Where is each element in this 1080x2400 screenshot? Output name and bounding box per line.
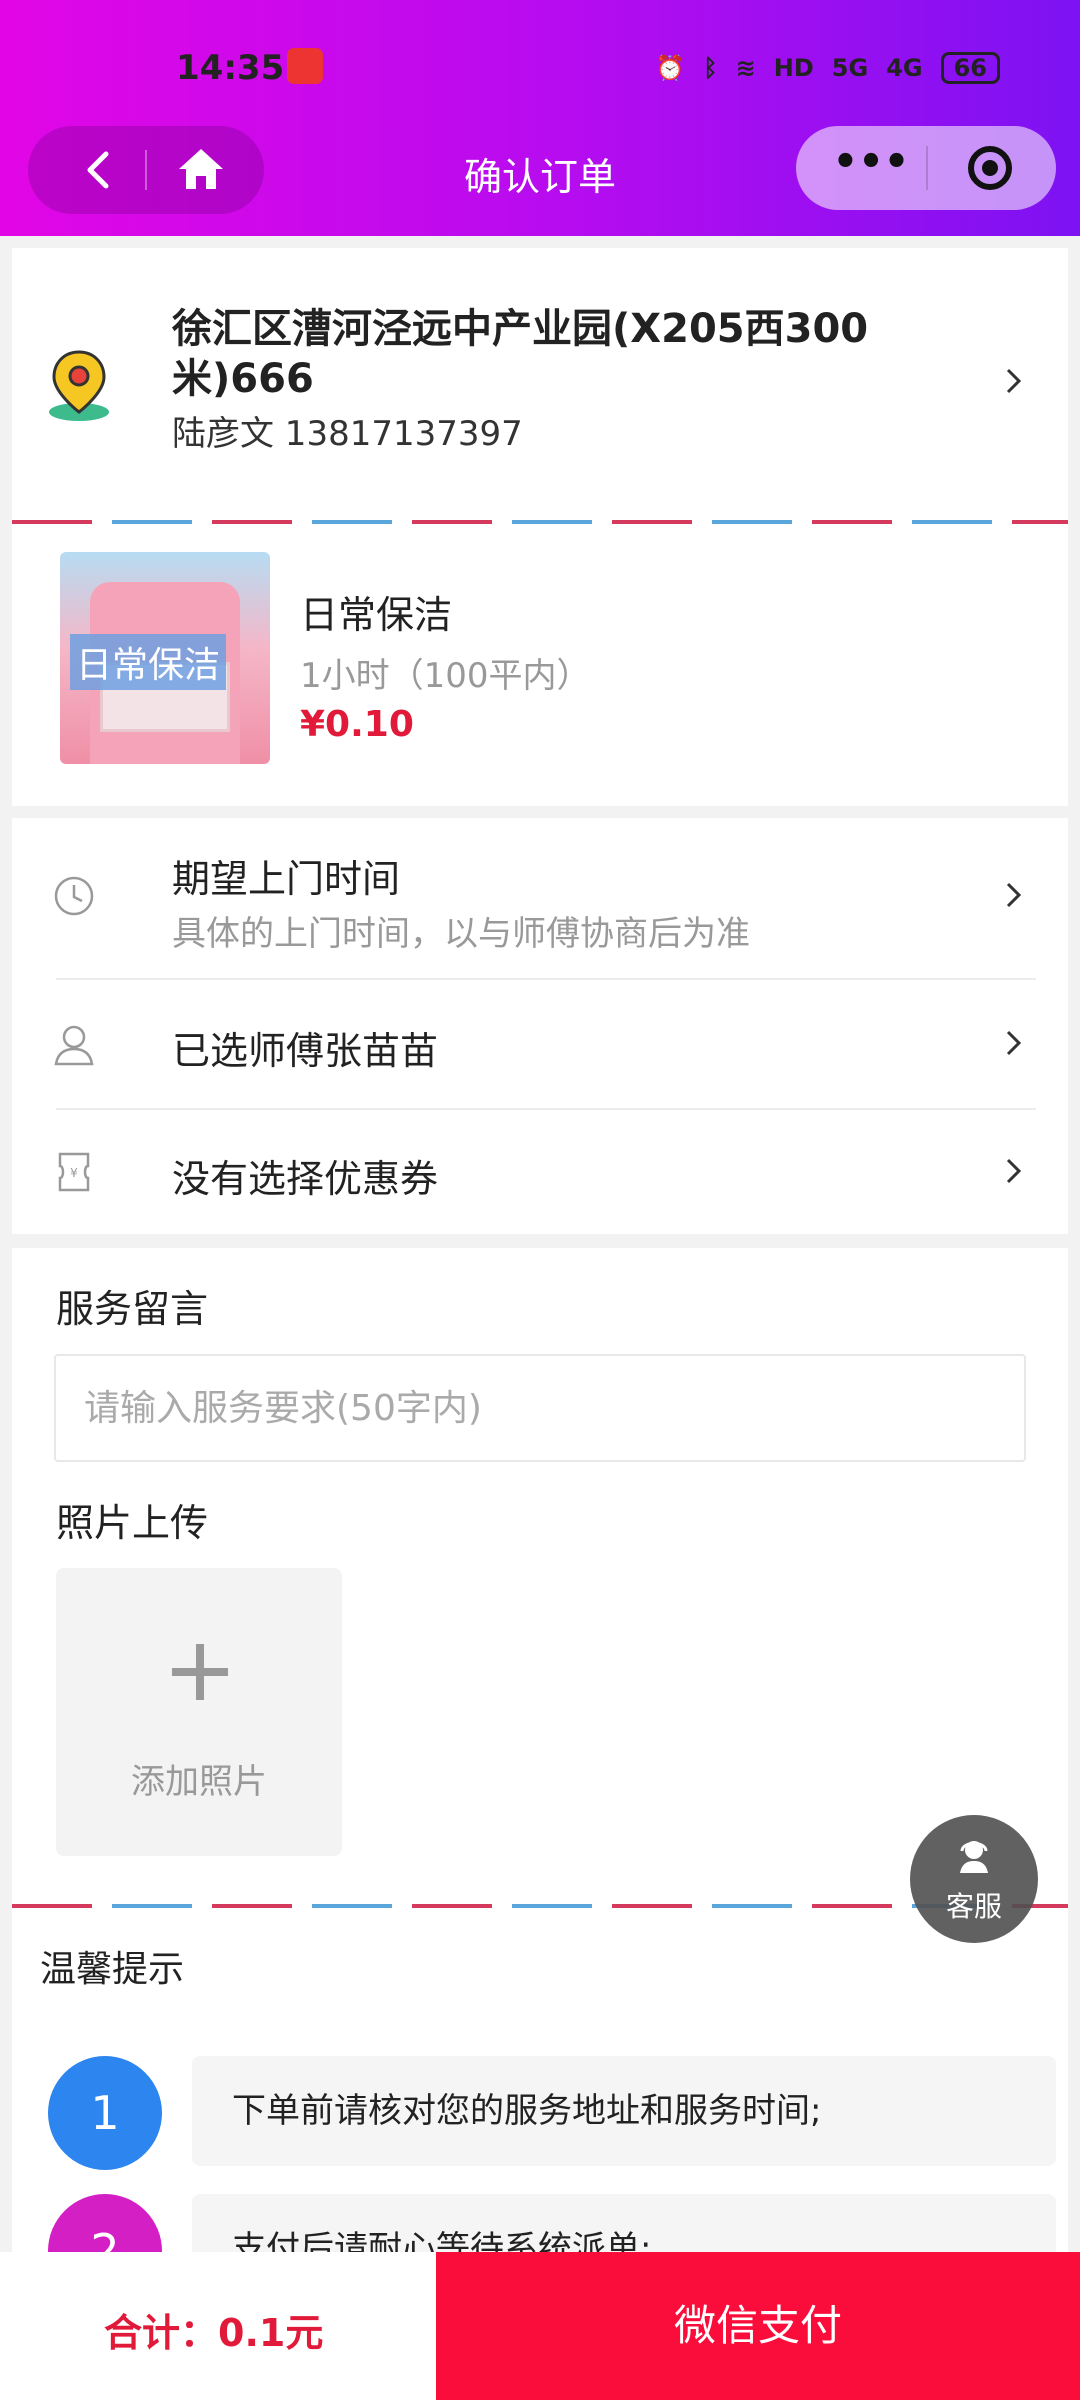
alarm-icon: ⏰ <box>655 54 686 82</box>
option-title-worker: 已选师傅张苗苗 <box>172 1029 439 1073</box>
capsule-divider <box>926 146 928 190</box>
app-notification-icon <box>287 48 323 84</box>
thumbnail-label: 日常保洁 <box>70 634 227 690</box>
battery-icon: 66 <box>940 52 1000 84</box>
clock-icon <box>54 876 94 916</box>
option-row-time[interactable]: 期望上门时间 具体的上门时间，以与师傅协商后为准 <box>12 818 1068 978</box>
service-name: 日常保洁 <box>300 593 453 637</box>
signal-4g-icon: 4G <box>886 54 923 82</box>
miniprogram-capsule: ••• <box>796 126 1056 210</box>
more-icon[interactable]: ••• <box>826 142 916 192</box>
address-card: 徐汇区漕河泾远中产业园(X205西300米)666 陆彦文 1381713739… <box>12 248 1068 806</box>
checkout-bar: 合计：0.1元 微信支付 <box>0 2252 1080 2400</box>
message-input[interactable] <box>54 1354 1026 1462</box>
tip-item: 下单前请核对您的服务地址和服务时间; <box>192 2056 1056 2166</box>
plus-icon <box>172 1644 228 1700</box>
add-photo-button[interactable]: 添加照片 <box>56 1568 342 1856</box>
options-card: 期望上门时间 具体的上门时间，以与师傅协商后为准 已选师傅张苗苗 ¥ 没有选择优… <box>12 818 1068 1234</box>
address-contact: 陆彦文 13817137397 <box>172 414 523 454</box>
tip-number-badge: 1 <box>48 2056 162 2170</box>
customer-service-label: 客服 <box>945 1890 1002 1923</box>
order-total: 合计：0.1元 <box>104 2311 324 2355</box>
customer-service-icon <box>960 1841 988 1873</box>
chevron-right-icon <box>998 1156 1028 1186</box>
address-chevron-icon[interactable] <box>998 366 1028 396</box>
option-title-time: 期望上门时间 <box>172 857 401 901</box>
service-price: ¥0.10 <box>300 704 414 745</box>
service-spec: 1小时（100平内） <box>300 656 591 696</box>
customer-service-button[interactable]: 客服 <box>910 1815 1038 1943</box>
message-card: 服务留言 照片上传 添加照片 温馨提示 1 下单前请核对您的服务地址和服务时间;… <box>12 1248 1068 2400</box>
tips-title: 温馨提示 <box>40 1949 185 1990</box>
wechat-pay-button[interactable]: 微信支付 <box>436 2252 1080 2400</box>
airmail-divider <box>12 520 1068 524</box>
option-row-worker[interactable]: 已选师傅张苗苗 <box>12 980 1068 1108</box>
status-icons: ⏰ ᛒ ≋ HD 5G 4G 66 <box>655 52 1000 84</box>
option-row-coupon[interactable]: ¥ 没有选择优惠券 <box>12 1110 1068 1234</box>
chevron-right-icon <box>998 1028 1028 1058</box>
chevron-right-icon <box>998 880 1028 910</box>
location-pin-icon <box>49 350 109 421</box>
message-title: 服务留言 <box>56 1287 209 1331</box>
add-photo-label: 添加照片 <box>131 1762 267 1802</box>
coupon-icon: ¥ <box>58 1152 90 1192</box>
upload-title: 照片上传 <box>56 1501 209 1545</box>
service-thumbnail: 日常保洁 <box>60 552 270 764</box>
bluetooth-icon: ᛒ <box>703 54 718 82</box>
status-time: 14:35 <box>176 48 285 88</box>
header-bar: 14:35 ⏰ ᛒ ≋ HD 5G 4G 66 确认订单 ••• <box>0 0 1080 236</box>
option-sub-time: 具体的上门时间，以与师傅协商后为准 <box>172 914 750 954</box>
person-icon <box>54 1025 94 1066</box>
svg-text:¥: ¥ <box>70 1166 78 1180</box>
option-title-coupon: 没有选择优惠券 <box>172 1157 439 1201</box>
close-icon[interactable] <box>968 146 1012 190</box>
hd-icon: HD <box>773 54 814 82</box>
signal-5g-icon: 5G <box>831 54 869 82</box>
address-line: 徐汇区漕河泾远中产业园(X205西300米)666 <box>172 306 869 402</box>
wifi-icon: ≋ <box>735 54 756 82</box>
